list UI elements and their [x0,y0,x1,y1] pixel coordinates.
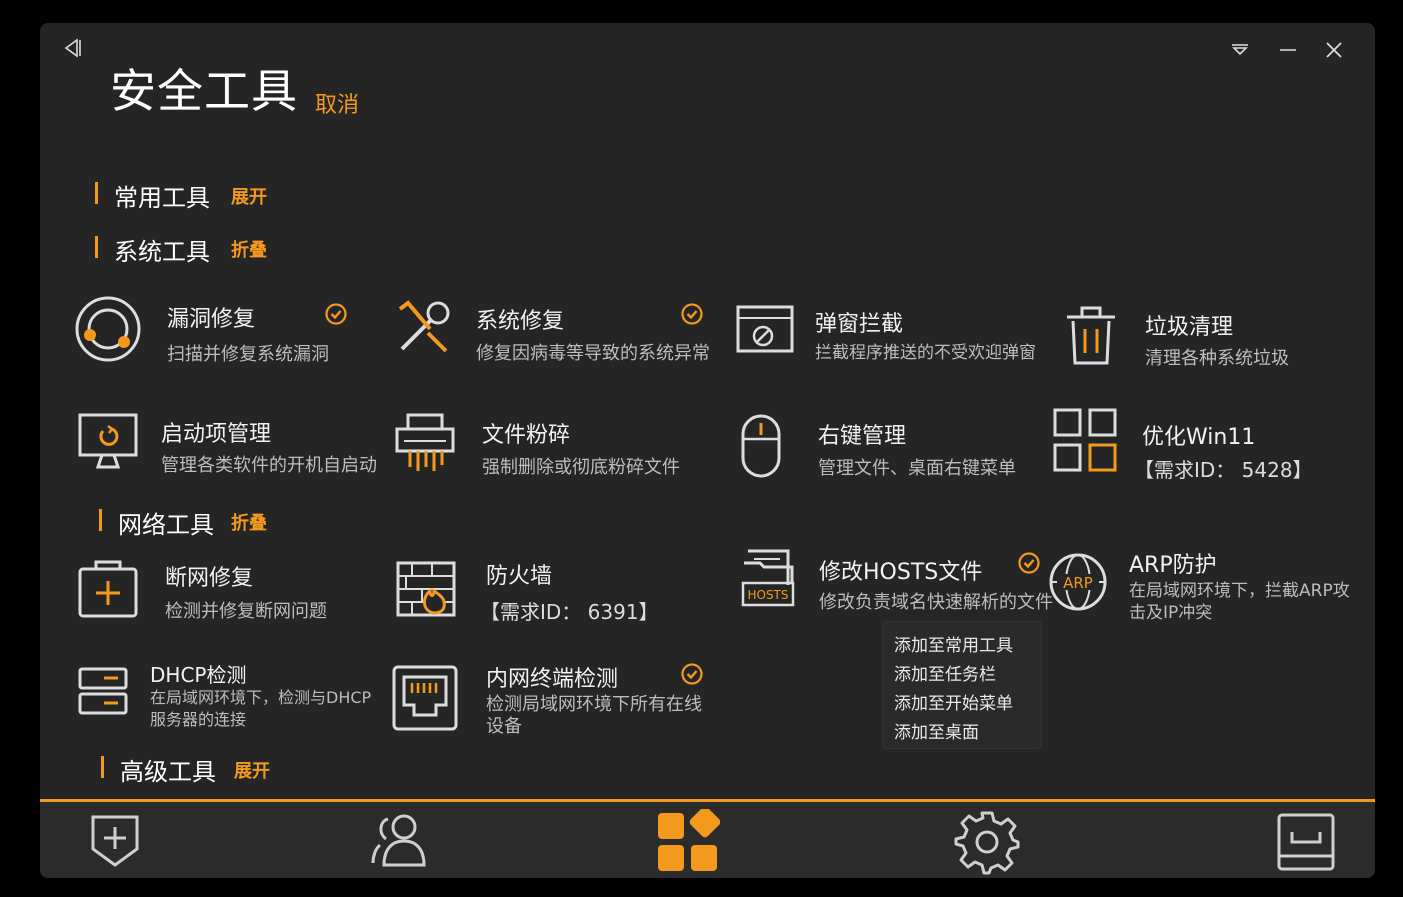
tool-name[interactable]: 文件粉碎 [482,417,570,449]
system-repair-icon[interactable] [394,299,454,359]
tool-desc: 【需求ID： 6391】 [480,600,659,624]
section-common-title: 常用工具 [114,184,210,212]
tool-desc: 清理各种系统垃圾 [1145,348,1289,369]
check-icon [681,303,703,325]
popup-block-icon[interactable] [736,305,794,355]
settings-icon[interactable] [954,809,1020,875]
check-icon [681,663,703,685]
windows-grid-icon[interactable] [1053,408,1117,472]
section-marker [95,236,98,258]
tool-name[interactable]: 内网终端检测 [486,661,618,693]
file-shredder-icon[interactable] [394,413,456,475]
tool-desc: 修复因病毒等导致的系统异常 [476,343,710,364]
tool-name[interactable]: 防火墙 [486,558,552,590]
cancel-button[interactable]: 取消 [315,87,359,119]
dropdown-icon[interactable] [1230,41,1250,57]
app-window: 安全工具 取消 常用工具 展开 系统工具 折叠 漏洞修复 扫描并修复系统漏洞 系… [40,23,1375,878]
tool-name[interactable]: 启动项管理 [161,416,271,448]
inbox-icon[interactable] [1276,812,1336,872]
section-network-title: 网络工具 [118,511,214,539]
section-network-toggle[interactable]: 折叠 [231,509,267,535]
trash-icon[interactable] [1063,305,1119,367]
arp-globe-icon[interactable]: ARP [1048,552,1108,612]
tool-name[interactable]: 漏洞修复 [167,301,255,333]
mouse-icon[interactable] [740,413,782,479]
tool-name[interactable]: 弹窗拦截 [815,306,903,338]
shield-plus-icon[interactable] [90,813,140,869]
menu-item-add-to-taskbar[interactable]: 添加至任务栏 [894,660,996,685]
section-marker [95,182,98,204]
tool-name[interactable]: 右键管理 [818,418,906,450]
tool-name[interactable]: ARP防护 [1129,547,1217,579]
tool-desc: 检测局域网环境下所有在线设备 [486,694,702,737]
tool-name[interactable]: 优化Win11 [1142,419,1255,451]
tool-desc: 管理各类软件的开机自启动 [161,455,377,476]
section-common-toggle[interactable]: 展开 [231,183,267,209]
section-system-title: 系统工具 [114,238,210,266]
menu-item-add-to-desktop[interactable]: 添加至桌面 [894,718,979,743]
tool-name[interactable]: 修改HOSTS文件 [819,554,982,586]
vulnerability-repair-icon[interactable] [74,295,142,363]
tool-desc: 在局域网环境下，拦截ARP攻击及IP冲突 [1129,581,1350,623]
check-icon [1018,552,1040,574]
tool-desc: 拦截程序推送的不受欢迎弹窗 [815,343,1036,363]
svg-text:HOSTS: HOSTS [747,588,788,602]
tool-name[interactable]: DHCP检测 [150,659,246,688]
startup-manager-icon[interactable] [78,413,138,469]
tool-name[interactable]: 系统修复 [476,303,564,335]
section-marker [101,756,104,778]
menu-item-add-to-common[interactable]: 添加至常用工具 [894,631,1013,656]
tool-name[interactable]: 断网修复 [165,560,253,592]
section-advanced-title: 高级工具 [120,758,216,786]
bottom-nav [40,802,1375,878]
tool-desc: 在局域网环境下，检测与DHCP服务器的连接 [150,688,372,729]
tool-desc: 管理文件、桌面右键菜单 [818,458,1016,479]
tool-name[interactable]: 垃圾清理 [1145,309,1233,341]
menu-item-add-to-start-menu[interactable]: 添加至开始菜单 [894,689,1013,714]
dhcp-server-icon[interactable] [78,666,128,716]
tool-desc: 强制删除或彻底粉碎文件 [482,457,680,478]
hosts-file-icon[interactable]: HOSTS [740,549,796,609]
firewall-icon[interactable] [396,561,456,617]
section-marker [99,509,102,531]
context-menu: 添加至常用工具 添加至任务栏 添加至开始菜单 添加至桌面 [882,621,1042,749]
page-title: 安全工具 [110,64,298,118]
close-icon[interactable] [1324,40,1344,60]
network-repair-icon[interactable] [78,559,138,619]
section-system-toggle[interactable]: 折叠 [231,236,267,262]
users-icon[interactable] [370,813,428,869]
check-icon [325,303,347,325]
tool-desc: 【需求ID： 5428】 [1134,458,1313,482]
apps-icon[interactable] [656,809,720,873]
tool-desc: 扫描并修复系统漏洞 [167,344,329,365]
section-advanced-toggle[interactable]: 展开 [234,757,270,783]
ethernet-port-icon[interactable] [392,665,458,731]
tool-desc: 检测并修复断网问题 [165,601,327,622]
minimize-icon[interactable] [1278,41,1298,57]
tool-desc: 修改负责域名快速解析的文件 [819,592,1053,613]
svg-text:ARP: ARP [1063,574,1093,592]
collapse-icon[interactable] [62,37,84,59]
